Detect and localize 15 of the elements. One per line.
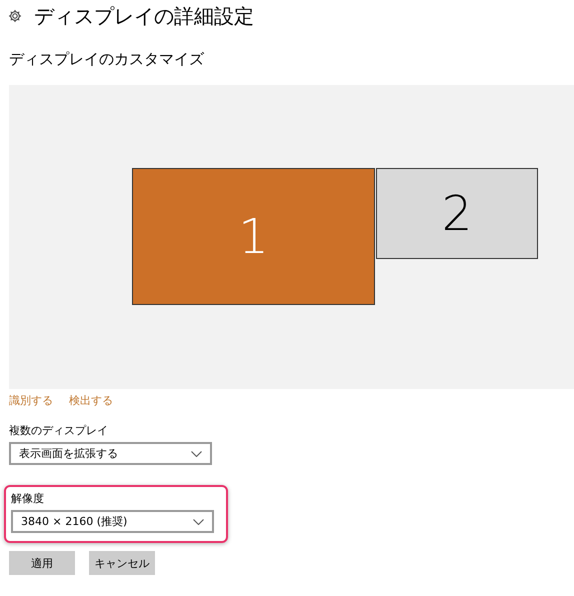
dropdown[interactable]: 3840 × 2160 (推奨): [11, 510, 214, 533]
section-title: ディスプレイのカスタマイズ: [9, 50, 205, 70]
dropdown[interactable]: 表示画面を拡張する: [9, 442, 212, 465]
settings-icon: [8, 9, 22, 23]
field-label: 解像度: [11, 491, 45, 506]
action-button[interactable]: キャンセル: [89, 551, 155, 575]
page-title: ディスプレイの詳細設定: [34, 2, 254, 30]
monitor-tile[interactable]: 2: [376, 168, 538, 259]
field-label: 複数のディスプレイ: [9, 423, 109, 438]
link[interactable]: 検出する: [69, 393, 113, 408]
monitor-tile[interactable]: 1: [132, 168, 375, 305]
action-button[interactable]: 適用: [9, 551, 75, 575]
link[interactable]: 識別する: [9, 393, 53, 408]
chevron-icon: [191, 450, 202, 456]
chevron-icon: [193, 518, 204, 524]
